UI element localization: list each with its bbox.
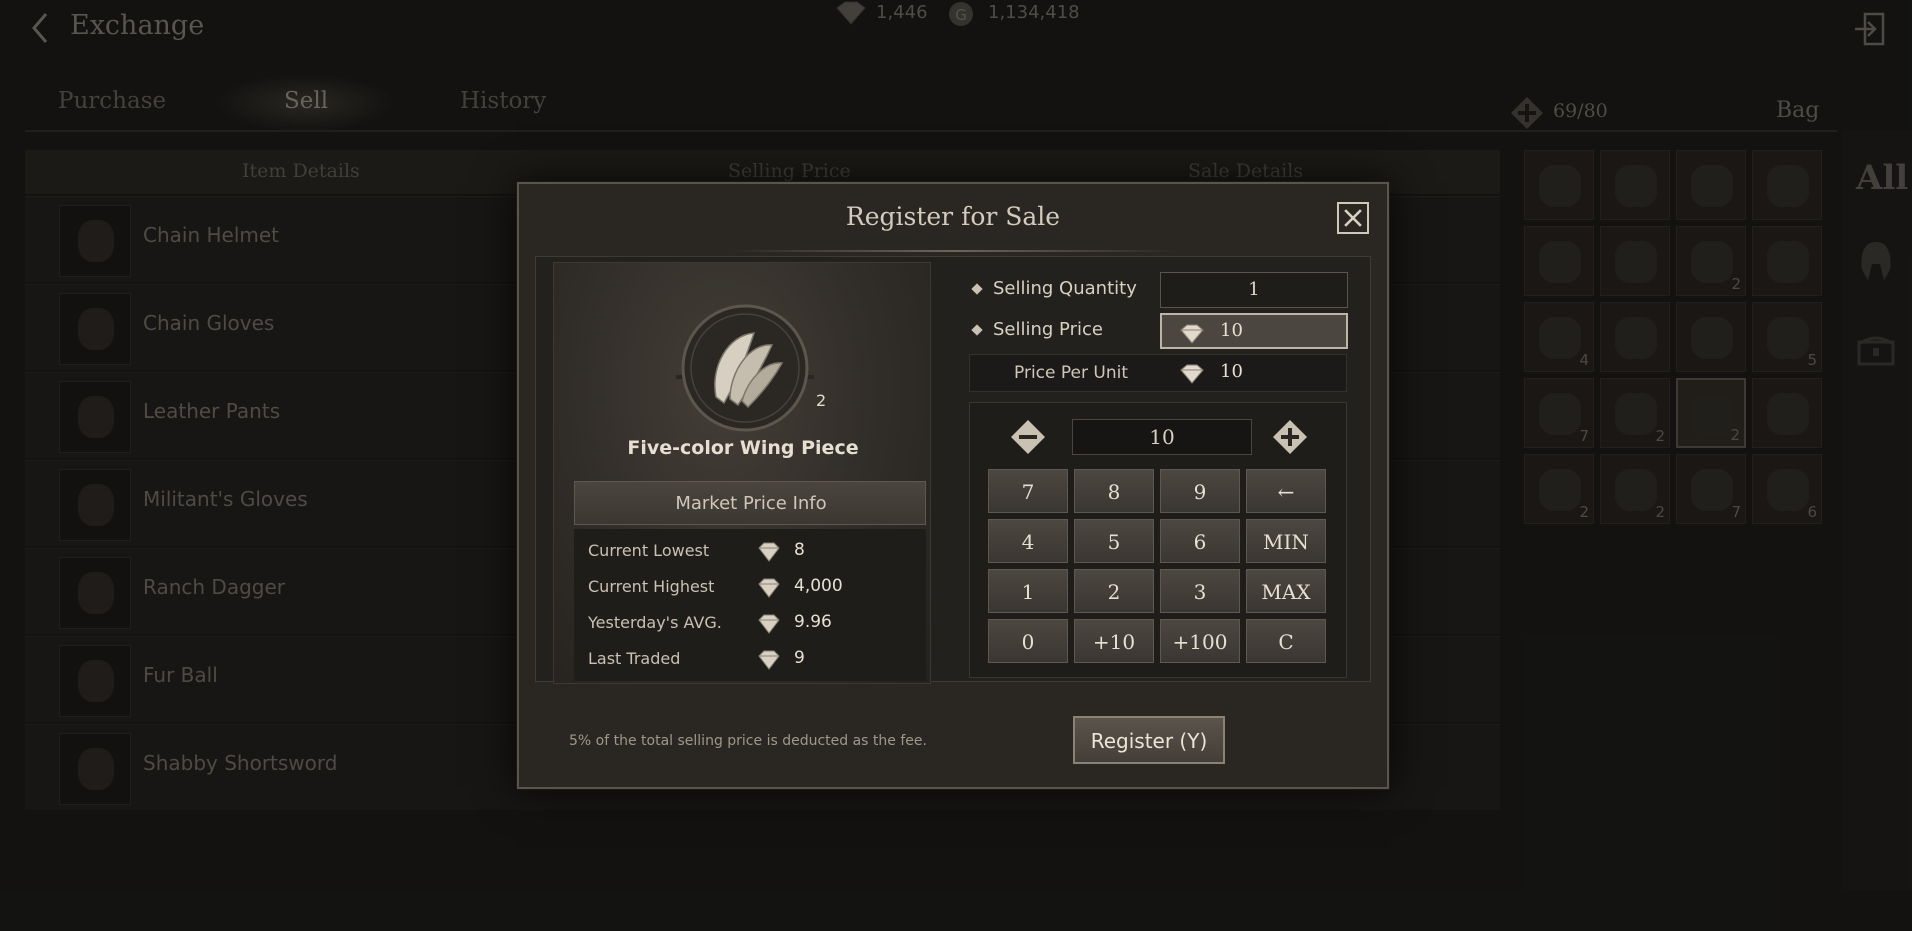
market-value: 4,000: [794, 576, 843, 596]
selling-price-field[interactable]: 10: [1160, 313, 1348, 349]
close-icon[interactable]: [1337, 202, 1369, 234]
market-label: Yesterday's AVG.: [588, 613, 722, 632]
gem-icon: [1180, 324, 1204, 344]
selling-quantity-value: 1: [1248, 279, 1260, 300]
key-2[interactable]: 2: [1074, 569, 1154, 613]
increment-icon[interactable]: [1272, 419, 1308, 455]
bullet-icon: [971, 324, 983, 336]
key-plus-100[interactable]: +100: [1160, 619, 1240, 663]
market-label: Last Traded: [588, 649, 681, 668]
key-7[interactable]: 7: [988, 469, 1068, 513]
key-backspace[interactable]: ←: [1246, 469, 1326, 513]
selling-quantity-label: Selling Quantity: [993, 278, 1137, 299]
register-button-label: Register (Y): [1090, 729, 1208, 753]
item-panel: 2 Five-color Wing Piece Market Price Inf…: [553, 262, 931, 684]
market-price-title: Market Price Info: [675, 493, 827, 514]
gem-icon: [758, 578, 780, 598]
key-max[interactable]: MAX: [1246, 569, 1326, 613]
keypad-display: 10: [1072, 419, 1252, 455]
key-4[interactable]: 4: [988, 519, 1068, 563]
key-clear[interactable]: C: [1246, 619, 1326, 663]
item-stack-count: 2: [816, 391, 827, 410]
market-price-list: Current Lowest 8 Current Highest 4,000 Y…: [574, 529, 926, 681]
key-3[interactable]: 3: [1160, 569, 1240, 613]
market-price-header: Market Price Info: [574, 481, 926, 525]
register-button[interactable]: Register (Y): [1073, 716, 1225, 764]
market-value: 9: [794, 648, 805, 668]
market-row-lowest: Current Lowest 8: [588, 537, 918, 567]
key-6[interactable]: 6: [1160, 519, 1240, 563]
selling-price-label: Selling Price: [993, 319, 1103, 340]
bullet-icon: [971, 283, 983, 295]
fee-note: 5% of the total selling price is deducte…: [569, 733, 927, 749]
selling-quantity-field[interactable]: 1: [1160, 272, 1348, 308]
dialog-title: Register for Sale: [845, 202, 1061, 231]
key-0[interactable]: 0: [988, 619, 1068, 663]
gem-icon: [758, 650, 780, 670]
price-per-unit-value: 10: [1220, 361, 1243, 382]
market-row-yesterday-avg: Yesterday's AVG. 9.96: [588, 609, 918, 639]
market-value: 9.96: [794, 612, 832, 632]
market-row-last-traded: Last Traded 9: [588, 645, 918, 675]
gem-icon: [1180, 364, 1204, 384]
register-sale-dialog: Register for Sale 2 Five-color Wing Piec…: [517, 182, 1389, 789]
key-1[interactable]: 1: [988, 569, 1068, 613]
title-divider: [729, 250, 1179, 252]
numeric-keypad: 10 7 8 9 ← 4 5 6 MIN 1 2 3 MAX 0 +10 +10…: [969, 402, 1347, 678]
key-8[interactable]: 8: [1074, 469, 1154, 513]
gem-icon: [758, 542, 780, 562]
market-label: Current Lowest: [588, 541, 710, 560]
selling-price-value: 10: [1220, 320, 1243, 341]
price-per-unit-bar: Price Per Unit 10: [969, 354, 1347, 392]
market-value: 8: [794, 540, 805, 560]
keypad-display-value: 10: [1149, 425, 1175, 449]
wing-piece-icon: [676, 304, 814, 432]
market-label: Current Highest: [588, 577, 715, 596]
key-min[interactable]: MIN: [1246, 519, 1326, 563]
key-plus-10[interactable]: +10: [1074, 619, 1154, 663]
gem-icon: [758, 614, 780, 634]
key-9[interactable]: 9: [1160, 469, 1240, 513]
market-row-highest: Current Highest 4,000: [588, 573, 918, 603]
price-per-unit-label: Price Per Unit: [1014, 363, 1128, 383]
key-5[interactable]: 5: [1074, 519, 1154, 563]
item-name: Five-color Wing Piece: [627, 437, 859, 459]
decrement-icon[interactable]: [1010, 419, 1046, 455]
